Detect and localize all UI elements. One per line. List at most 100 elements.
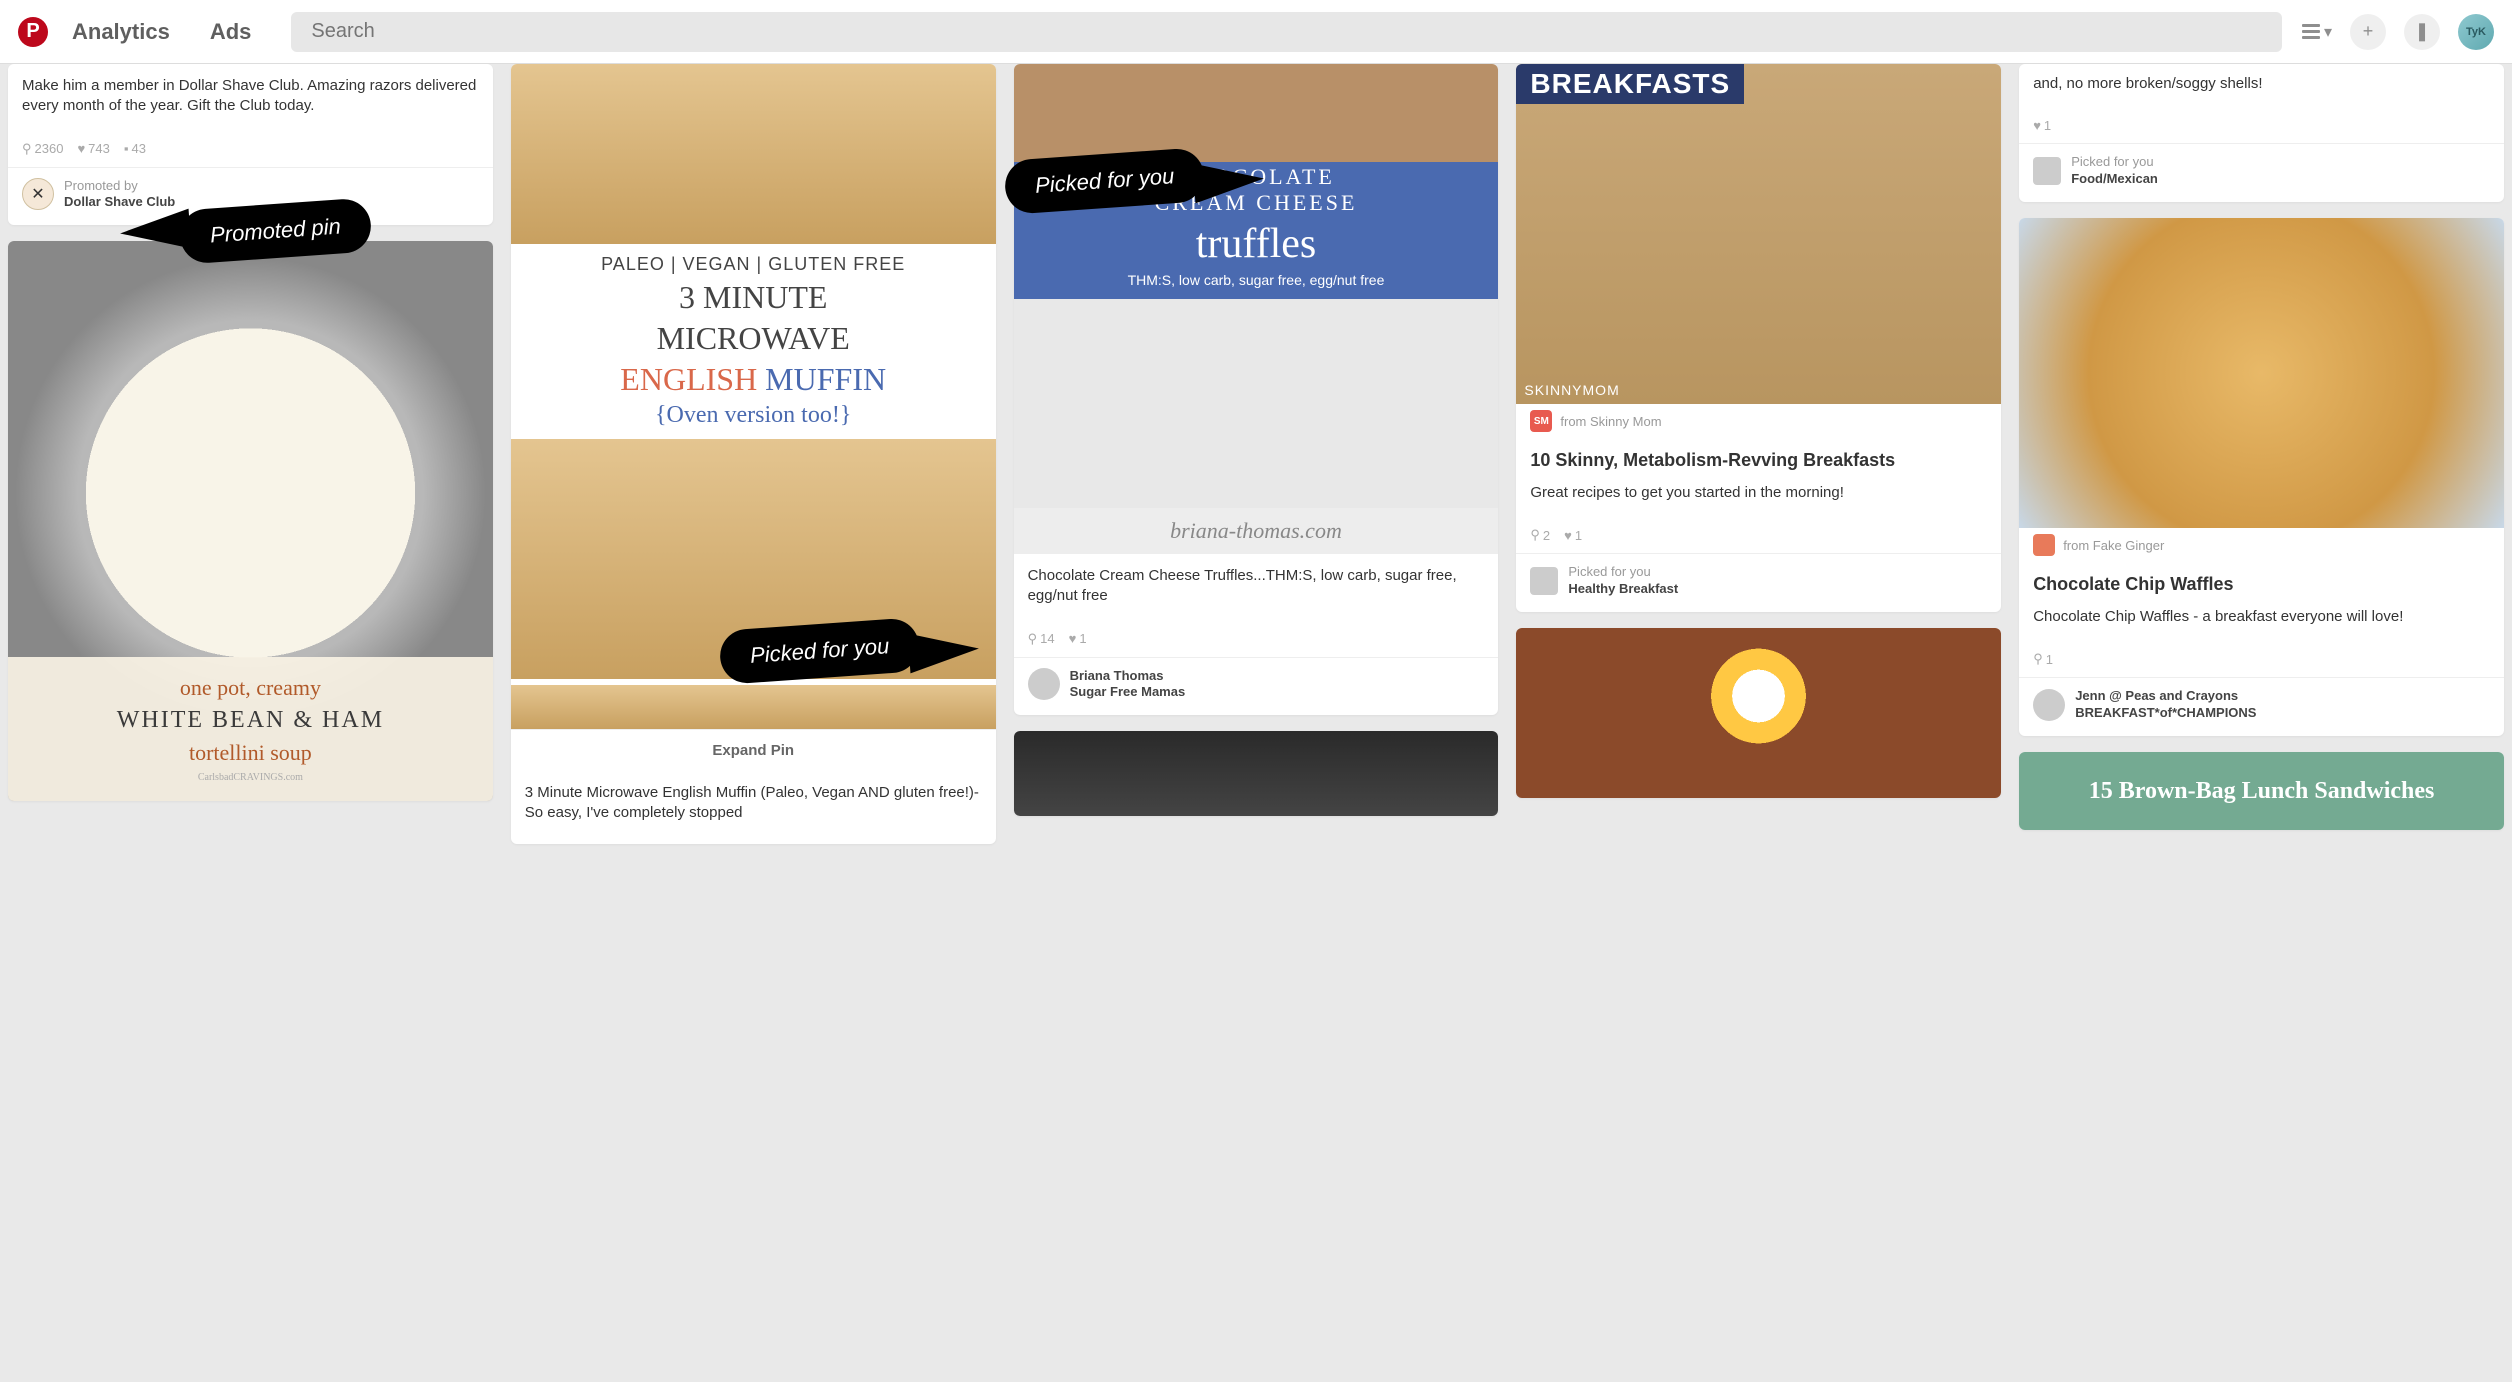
overlay-watermark: SKINNYMOM (1524, 382, 1619, 398)
pin-source[interactable]: from Fake Ginger (2019, 528, 2504, 556)
pin-description: and, no more broken/soggy shells! (2033, 74, 2490, 94)
pin-card[interactable]: from Fake Ginger Chocolate Chip Waffles … (2019, 218, 2504, 736)
stat-comments: ▪43 (124, 141, 146, 156)
promoter-name: Dollar Shave Club (64, 194, 175, 211)
promoted-attribution[interactable]: ✕ Promoted by Dollar Shave Club (8, 167, 493, 226)
plus-icon: + (2363, 21, 2374, 42)
board-name: BREAKFAST*of*CHAMPIONS (2075, 705, 2256, 722)
view-mode-toggle[interactable]: ▾ (2302, 22, 2332, 42)
pin-description: Great recipes to get you started in the … (1530, 483, 1987, 503)
promoted-label: Promoted by (64, 178, 175, 195)
pin-stats: ⚲1 (2019, 647, 2504, 677)
pin-attribution[interactable]: Jenn @ Peas and Crayons BREAKFAST*of*CHA… (2019, 677, 2504, 736)
pin-stats: ⚲14 ♥1 (1014, 627, 1499, 657)
pin-stats: ⚲2360 ♥743 ▪43 (8, 137, 493, 167)
pin-image (1516, 628, 2001, 798)
feed-column: and, no more broken/soggy shells! ♥1 Pic… (2019, 64, 2504, 844)
messages-button[interactable]: ❚ (2404, 14, 2440, 50)
picked-label: Picked for you (2071, 154, 2158, 171)
pin-image (511, 685, 996, 729)
feed-column: PALEO | VEGAN | GLUTEN FREE 3 MINUTE MIC… (511, 64, 996, 844)
nav-analytics[interactable]: Analytics (72, 19, 170, 45)
heart-icon: ♥ (1564, 528, 1572, 543)
pin-title: Chocolate Chip Waffles (2033, 574, 2490, 595)
pin-image (511, 439, 996, 679)
pin-icon: ⚲ (1028, 631, 1038, 647)
pin-text-overlay: PALEO | VEGAN | GLUTEN FREE 3 MINUTE MIC… (511, 244, 996, 439)
board-thumb (2033, 157, 2061, 185)
overlay-heading: BREAKFASTS (1516, 64, 1744, 104)
pin-source[interactable]: SM from Skinny Mom (1516, 404, 2001, 432)
feed-column: BREAKFASTS SKINNYMOM SM from Skinny Mom … (1516, 64, 2001, 844)
pin-card[interactable]: and, no more broken/soggy shells! ♥1 Pic… (2019, 64, 2504, 202)
expand-pin-button[interactable]: Expand Pin (511, 729, 996, 771)
search-input[interactable] (291, 12, 2282, 52)
pin-icon: ⚲ (22, 141, 32, 157)
picked-for-you[interactable]: Picked for you Food/Mexican (2019, 143, 2504, 202)
pin-description: 3 Minute Microwave English Muffin (Paleo… (525, 783, 982, 824)
comment-icon: ▪ (124, 141, 129, 156)
promoter-avatar: ✕ (22, 178, 54, 210)
profile-avatar[interactable]: TyK (2458, 14, 2494, 50)
pin-description: Make him a member in Dollar Shave Club. … (22, 76, 479, 117)
pin-stats: ⚲2 ♥1 (1516, 523, 2001, 553)
pin-description: Chocolate Chip Waffles - a breakfast eve… (2033, 607, 2490, 627)
pin-image: one pot, creamy WHITE BEAN & HAM tortell… (8, 241, 493, 801)
list-icon (2302, 24, 2320, 39)
board-thumb (1530, 567, 1558, 595)
pinner-avatar (2033, 689, 2065, 721)
pin-image: CHOCOLATE CREAM CHEESE truffles THM:S, l… (1014, 64, 1499, 554)
feed-column: Make him a member in Dollar Shave Club. … (8, 64, 493, 844)
pinner-avatar (1028, 668, 1060, 700)
stat-likes: ♥1 (1564, 528, 1582, 543)
pin-text-overlay: one pot, creamy WHITE BEAN & HAM tortell… (8, 657, 493, 801)
feed-column: CHOCOLATE CREAM CHEESE truffles THM:S, l… (1014, 64, 1499, 844)
source-text: from Fake Ginger (2063, 538, 2164, 553)
pin-card[interactable]: BREAKFASTS SKINNYMOM SM from Skinny Mom … (1516, 64, 2001, 612)
pin-card[interactable]: CHOCOLATE CREAM CHEESE truffles THM:S, l… (1014, 64, 1499, 715)
pin-card[interactable]: PALEO | VEGAN | GLUTEN FREE 3 MINUTE MIC… (511, 64, 996, 844)
pin-attribution[interactable]: Briana Thomas Sugar Free Mamas (1014, 657, 1499, 716)
pin-icon: ⚲ (2033, 651, 2043, 667)
pin-card[interactable]: 15 Brown-Bag Lunch Sandwiches (2019, 752, 2504, 830)
pin-image: BREAKFASTS SKINNYMOM (1516, 64, 2001, 404)
source-badge (2033, 534, 2055, 556)
pin-image (2019, 218, 2504, 528)
picked-label: Picked for you (1568, 564, 1678, 581)
pin-stats: ♥1 (2019, 114, 2504, 143)
heart-icon: ♥ (77, 141, 85, 156)
source-text: from Skinny Mom (1560, 414, 1661, 429)
pin-card[interactable] (1014, 731, 1499, 816)
pinterest-logo[interactable]: P (18, 17, 48, 47)
pin-feed: Make him a member in Dollar Shave Club. … (0, 64, 2512, 884)
nav-ads[interactable]: Ads (210, 19, 252, 45)
header: P Analytics Ads ▾ + ❚ TyK (0, 0, 2512, 64)
stat-likes: ♥1 (2033, 118, 2051, 133)
pin-card[interactable] (1516, 628, 2001, 798)
heart-icon: ♥ (1069, 631, 1077, 646)
chat-icon: ❚ (2414, 21, 2429, 42)
pinner-name: Briana Thomas (1070, 668, 1186, 685)
picked-board: Food/Mexican (2071, 171, 2158, 188)
stat-pins: ⚲2360 (22, 141, 63, 157)
heart-icon: ♥ (2033, 118, 2041, 133)
pin-image (1014, 731, 1499, 816)
stat-likes: ♥743 (77, 141, 109, 156)
overlay-text: 15 Brown-Bag Lunch Sandwiches (2089, 778, 2435, 805)
pin-image (511, 64, 996, 244)
pin-image: 15 Brown-Bag Lunch Sandwiches (2019, 752, 2504, 830)
pin-card[interactable]: one pot, creamy WHITE BEAN & HAM tortell… (8, 241, 493, 801)
pin-description: Chocolate Cream Cheese Truffles...THM:S,… (1028, 566, 1485, 607)
add-button[interactable]: + (2350, 14, 2386, 50)
pinner-name: Jenn @ Peas and Crayons (2075, 688, 2256, 705)
stat-pins: ⚲1 (2033, 651, 2053, 667)
source-badge: SM (1530, 410, 1552, 432)
pin-promoted[interactable]: Make him a member in Dollar Shave Club. … (8, 64, 493, 225)
picked-board: Healthy Breakfast (1568, 581, 1678, 598)
stat-pins: ⚲2 (1530, 527, 1550, 543)
pin-icon: ⚲ (1530, 527, 1540, 543)
picked-for-you[interactable]: Picked for you Healthy Breakfast (1516, 553, 2001, 612)
pin-title: 10 Skinny, Metabolism-Revving Breakfasts (1530, 450, 1987, 471)
stat-likes: ♥1 (1069, 631, 1087, 646)
stat-pins: ⚲14 (1028, 631, 1055, 647)
